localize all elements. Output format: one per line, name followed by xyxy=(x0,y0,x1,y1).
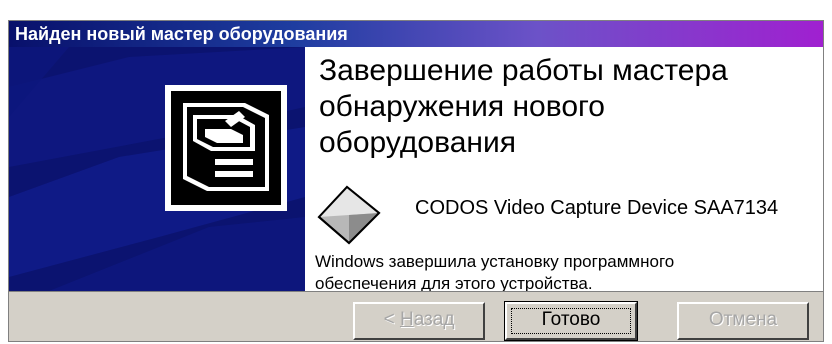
message-line: Windows завершила установку программного xyxy=(315,252,675,271)
cancel-button-label: Отмена xyxy=(708,309,778,330)
button-bar: < Назад Готово Отмена xyxy=(9,291,823,341)
cancel-button[interactable]: Отмена xyxy=(677,302,809,340)
back-button-prefix: < xyxy=(383,309,400,330)
back-button-mnemonic: Н xyxy=(399,309,414,330)
title-line: оборудования xyxy=(319,126,516,159)
wizard-window: Найден новый мастер оборудования Заверше… xyxy=(8,20,824,342)
wizard-content: Завершение работы мастера обнаружения но… xyxy=(305,47,823,293)
finish-button[interactable]: Готово xyxy=(504,301,638,341)
back-button[interactable]: < Назад xyxy=(353,302,485,340)
device-name: CODOS Video Capture Device SAA7134 xyxy=(415,197,779,219)
focus-rectangle xyxy=(511,308,631,334)
hardware-wizard-icon xyxy=(165,85,287,211)
title-line: Завершение работы мастера xyxy=(319,54,728,87)
back-button-label: азад xyxy=(413,309,455,330)
device-diamond-icon xyxy=(317,185,381,245)
window-title: Найден новый мастер оборудования xyxy=(9,21,823,47)
title-line: обнаружения нового xyxy=(319,90,605,123)
wizard-sidebar xyxy=(9,47,305,291)
page-title: Завершение работы мастера обнаружения но… xyxy=(319,53,823,161)
completion-message: Windows завершила установку программного… xyxy=(315,251,815,295)
